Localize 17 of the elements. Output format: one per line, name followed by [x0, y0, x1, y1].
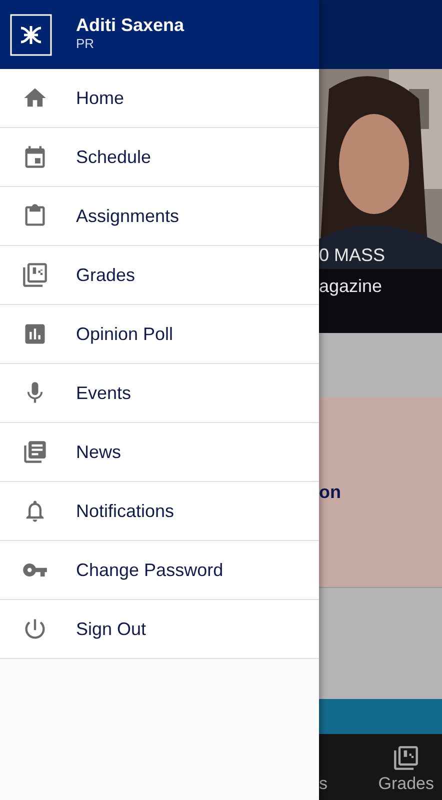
menu-item[interactable]: Assignments	[0, 187, 319, 246]
banner-text: 0 MASS	[319, 244, 386, 267]
user-role: PR	[76, 36, 96, 53]
menu-item[interactable]: Schedule	[0, 128, 319, 187]
card-title: on	[319, 480, 341, 504]
menu-item[interactable]: Grades	[0, 246, 319, 305]
menu-item[interactable]: Home	[0, 69, 319, 128]
menu-item[interactable]: Opinion Poll	[0, 305, 319, 364]
menu-item[interactable]: Events	[0, 364, 319, 423]
user-name: Aditi Saxena	[76, 16, 184, 36]
menu-item[interactable]: Change Password	[0, 541, 319, 600]
grades-tab[interactable]: Grades	[378, 744, 434, 796]
menu-item[interactable]: News	[0, 423, 319, 482]
menu-item[interactable]: Sign Out	[0, 600, 319, 659]
menu-item[interactable]: Notifications	[0, 482, 319, 541]
banner-text: agazine	[319, 275, 382, 298]
nav-label[interactable]: s	[319, 770, 328, 796]
